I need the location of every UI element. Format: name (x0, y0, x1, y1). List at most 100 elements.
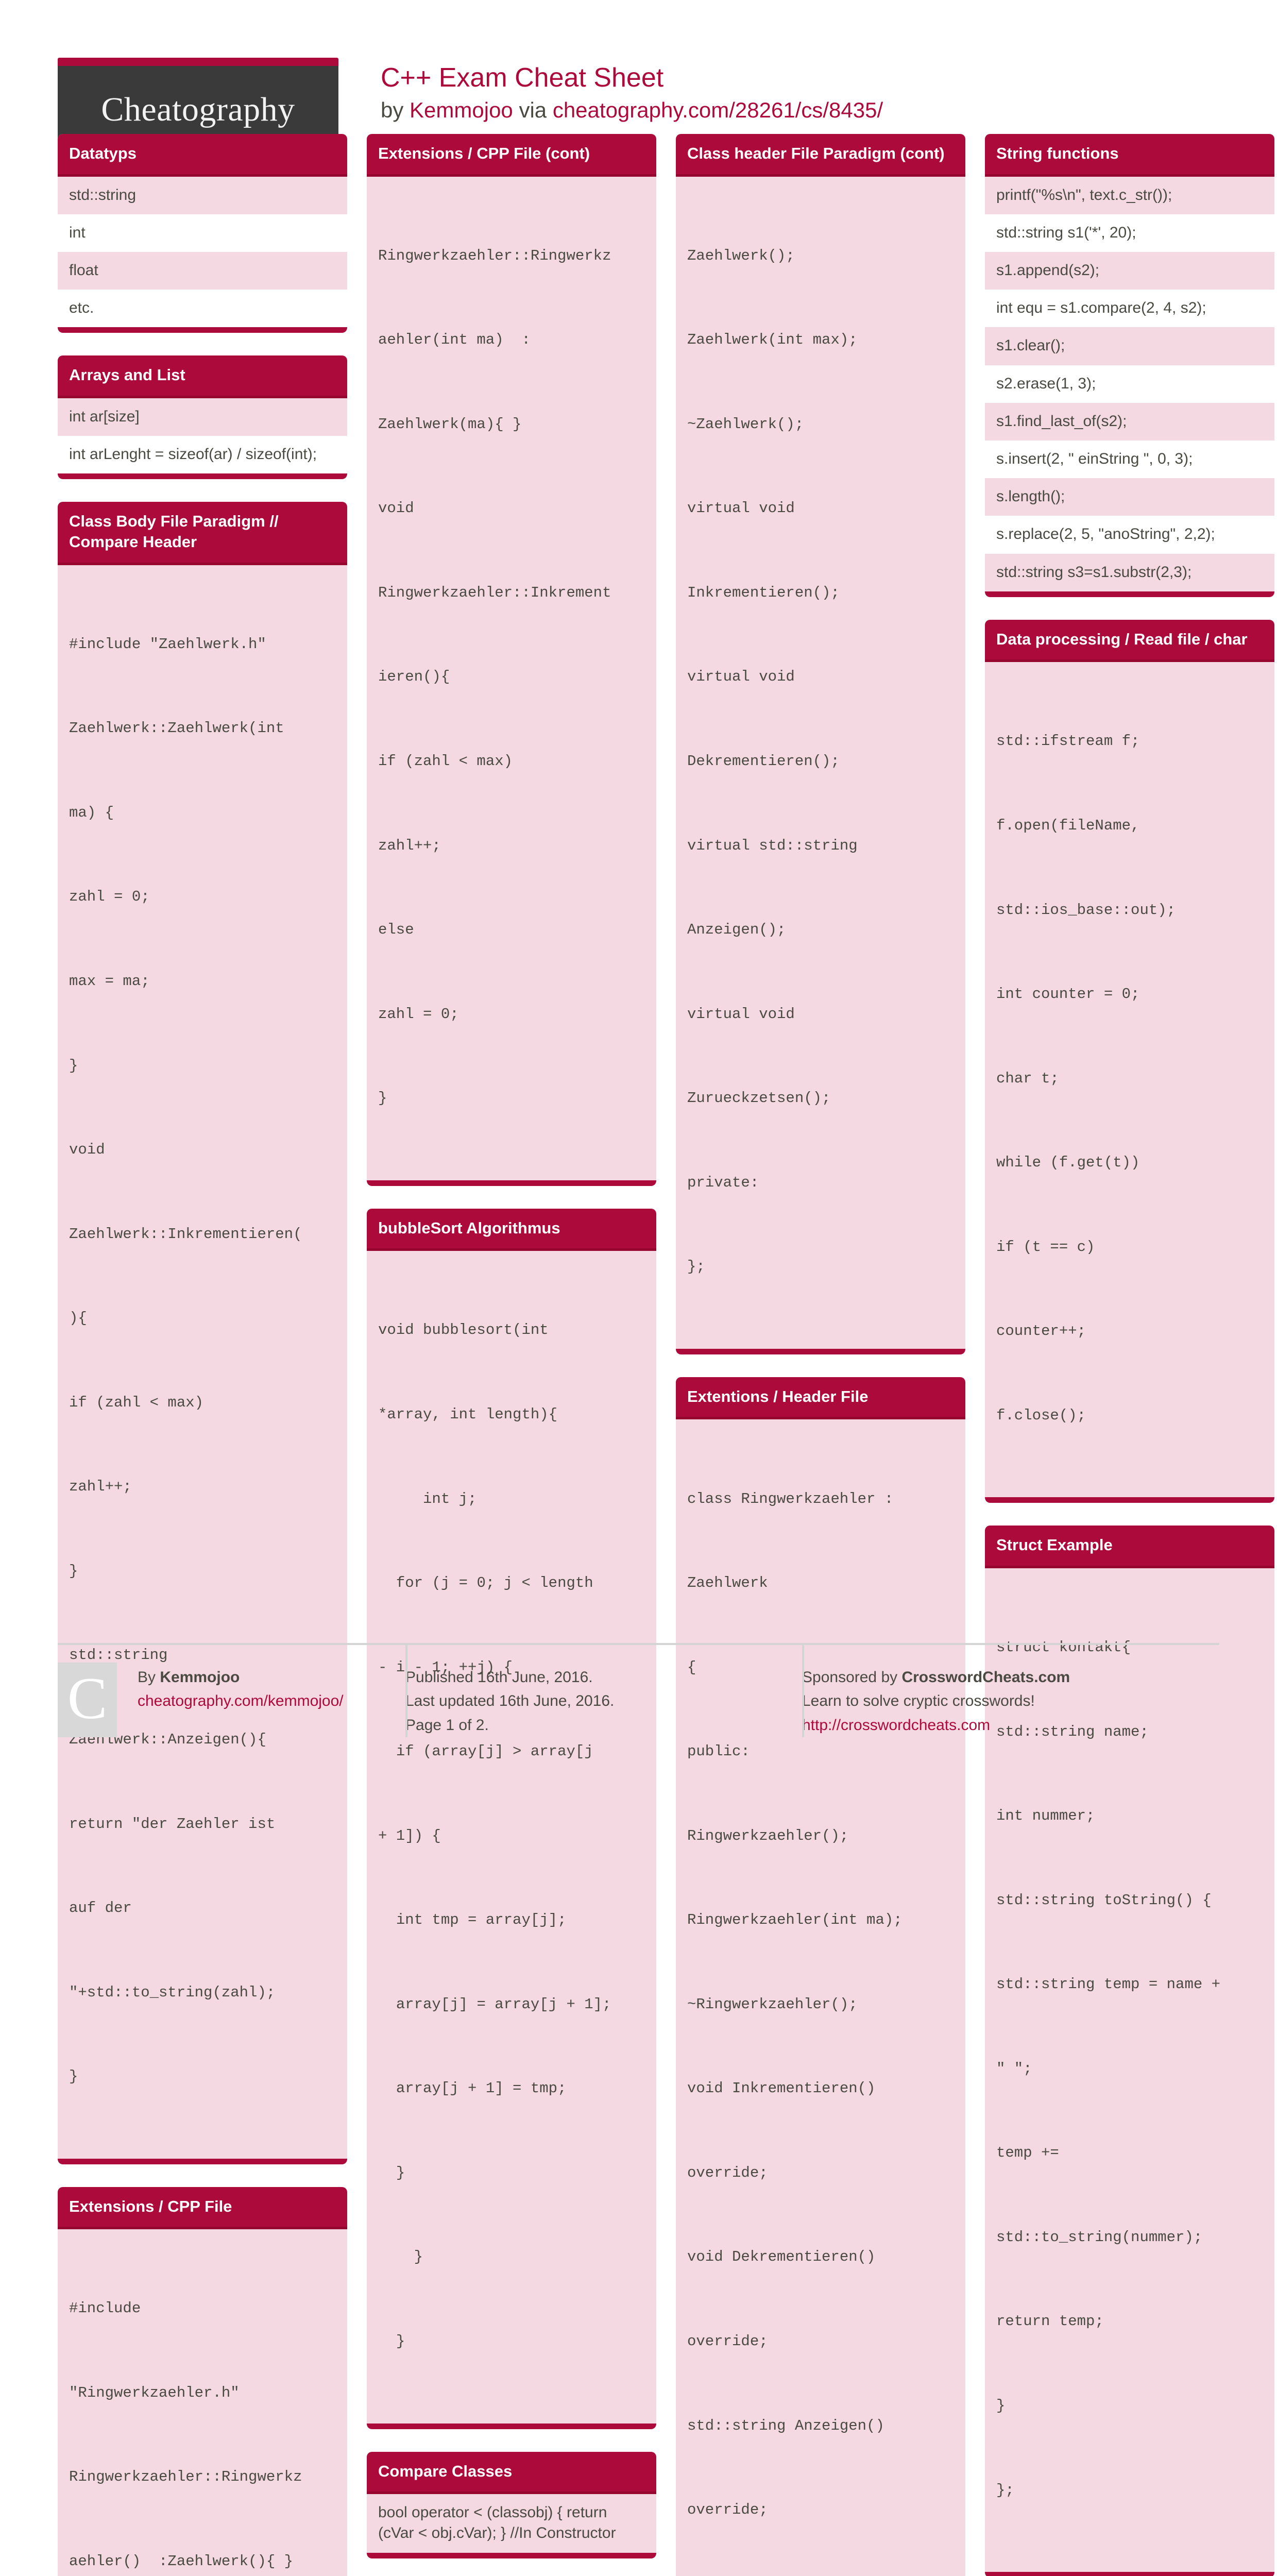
footer-author-url[interactable]: cheatography.com/kemmojoo/ (138, 1689, 344, 1714)
code-line: "Ringwerkzaehler.h" (69, 2384, 240, 2401)
code-line: } (378, 1090, 387, 1107)
code-block: Ringwerkzaehler::Ringwerkz aehler(int ma… (367, 176, 656, 1180)
code-line: std::to_string(nummer); (996, 2228, 1203, 2246)
footer-author-name: Kemmojoo (160, 1668, 240, 1686)
card-string-functions: String functions printf("%s\n", text.c_s… (985, 134, 1274, 597)
card-footer-bar (676, 1348, 965, 1354)
card-extentions-header-file: Extentions / Header File class Ringwerkz… (676, 1377, 965, 2576)
code-line: zahl = 0; (378, 1005, 459, 1023)
code-line: ~Ringwerkzaehler(); (687, 1995, 858, 2013)
logo-accent-bar (58, 58, 338, 66)
table-row: printf("%s\n", text.c_str()); (985, 176, 1274, 214)
code-line: std::string temp = name + (996, 1976, 1221, 1993)
card-datatyps: Datatyps std::string int float etc. (58, 134, 347, 333)
column-4: String functions printf("%s\n", text.c_s… (985, 134, 1274, 2576)
code-line: std::ios_base::out); (996, 901, 1176, 919)
code-line: }; (687, 1258, 705, 1276)
code-line: f.open(fileName, (996, 817, 1140, 834)
code-line: zahl++; (69, 1478, 132, 1496)
table-row: int arLenght = sizeof(ar) / sizeof(int); (58, 436, 347, 474)
footer-sponsor-url[interactable]: http://crosswordcheats.com (802, 1714, 1219, 1738)
code-line: if (array[j] > array[j (378, 1743, 593, 1760)
title-block: C++ Exam Cheat Sheet by Kemmojoo via che… (338, 58, 883, 124)
code-line: int j; (378, 1490, 477, 1507)
code-line: *array, int length){ (378, 1405, 558, 1423)
card-class-body-file-paradigm: Class Body File Paradigm // Compare Head… (58, 502, 347, 2164)
page-title: C++ Exam Cheat Sheet (381, 63, 664, 93)
footer-divider (802, 1645, 804, 1737)
table-row: s1.append(s2); (985, 252, 1274, 290)
column-1: Datatyps std::string int float etc. Arra… (58, 134, 347, 2576)
code-line: Ringwerkzaehler::Ringwerkz (378, 247, 611, 264)
footer-divider (405, 1645, 407, 1737)
code-line: #include (69, 2300, 141, 2317)
card-title: Extensions / CPP File (58, 2187, 347, 2230)
code-line: class Ringwerkzaehler : (687, 1490, 894, 1507)
footer-meta-text: Published 16th June, 2016. Last updated … (405, 1663, 802, 1738)
author-link[interactable]: Kemmojoo (410, 98, 513, 122)
code-line: void bubblesort(int (378, 1321, 549, 1339)
code-line: ieren(){ (378, 668, 450, 686)
card-footer-bar (58, 473, 347, 480)
code-line: else (378, 921, 414, 939)
footer-sponsor-text: Sponsored by CrosswordCheats.com Learn t… (802, 1663, 1219, 1738)
card-bubblesort-algorithmus: bubbleSort Algorithmus void bubblesort(i… (367, 1208, 656, 2429)
code-block: std::ifstream f; f.open(fileName, std::i… (985, 662, 1274, 1498)
code-line: "+std::to_string(zahl); (69, 1984, 276, 2001)
source-url-link[interactable]: cheatography.com/28261/cs/8435/ (553, 98, 883, 122)
table-row: std::string (58, 176, 347, 214)
code-line: Zurueckzetsen(); (687, 1090, 831, 1107)
code-line: zahl++; (378, 837, 441, 854)
footer-author-block: C By Kemmojoo cheatography.com/kemmojoo/ (58, 1662, 405, 1738)
table-row: s1.clear(); (985, 327, 1274, 365)
code-block: #include "Zaehlwerk.h" Zaehlwerk::Zaehlw… (58, 565, 347, 2159)
code-line: aehler(int ma) : (378, 331, 531, 349)
table-row: s1.find_last_of(s2); (985, 402, 1274, 440)
page-footer: C By Kemmojoo cheatography.com/kemmojoo/… (58, 1642, 1219, 1738)
code-line: } (69, 2068, 78, 2086)
code-line: counter++; (996, 1323, 1086, 1340)
code-line: int tmp = array[j]; (378, 1911, 567, 1929)
code-line: auf der (69, 1900, 132, 1917)
byline-via: via (513, 98, 553, 123)
card-title: Arrays and List (58, 355, 347, 399)
card-title: bubbleSort Algorithmus (367, 1208, 656, 1251)
cheatsheet-page: Cheatography C++ Exam Cheat Sheet by Kem… (0, 0, 1277, 2576)
code-line: Inkrementieren(); (687, 584, 840, 601)
code-line: override; (687, 2164, 768, 2181)
code-line: virtual void (687, 668, 795, 686)
card-footer-bar (985, 2572, 1274, 2576)
code-line: void (378, 500, 414, 517)
masthead: Cheatography C++ Exam Cheat Sheet by Kem… (58, 0, 1219, 154)
table-row: s.insert(2, " einString ", 0, 3); (985, 440, 1274, 479)
footer-updated: Last updated 16th June, 2016. (405, 1692, 615, 1709)
code-line: virtual void (687, 1005, 795, 1023)
code-line: max = ma; (69, 973, 150, 990)
code-line: public: (687, 1743, 750, 1760)
footer-sponsor-line: Sponsored by CrosswordCheats.com (802, 1666, 1219, 1690)
card-body: int ar[size] int arLenght = sizeof(ar) /… (58, 398, 347, 474)
footer-sponsor-block: Sponsored by CrosswordCheats.com Learn t… (802, 1663, 1219, 1738)
code-line: } (378, 2248, 423, 2266)
table-row: float (58, 252, 347, 290)
card-extensions-cpp-file: Extensions / CPP File #include "Ringwerk… (58, 2187, 347, 2576)
column-3: Class header File Paradigm (cont) Zaehlw… (676, 134, 965, 2576)
code-line: zahl = 0; (69, 888, 150, 906)
table-row: bool operator < (classobj) { return (cVa… (367, 2494, 656, 2553)
code-line: Zaehlwerk::Zaehlwerk(int (69, 720, 284, 737)
code-line: Zaehlwerk(); (687, 247, 795, 264)
card-data-processing: Data processing / Read file / char std::… (985, 619, 1274, 1503)
code-line: Dekrementieren(); (687, 752, 840, 770)
code-line: } (69, 1057, 78, 1074)
code-line: ~Zaehlwerk(); (687, 415, 804, 433)
code-line: temp += (996, 2144, 1059, 2162)
code-line: Zaehlwerk::Inkrementieren( (69, 1225, 302, 1243)
code-line: Anzeigen(); (687, 921, 786, 939)
code-line: void (69, 1141, 105, 1159)
code-line: ma) { (69, 804, 114, 821)
table-row: int ar[size] (58, 398, 347, 436)
code-line: } (69, 1562, 78, 1580)
code-line: override; (687, 2501, 768, 2519)
code-line: std::string toString() { (996, 1891, 1212, 1909)
code-line: } (378, 2164, 405, 2181)
